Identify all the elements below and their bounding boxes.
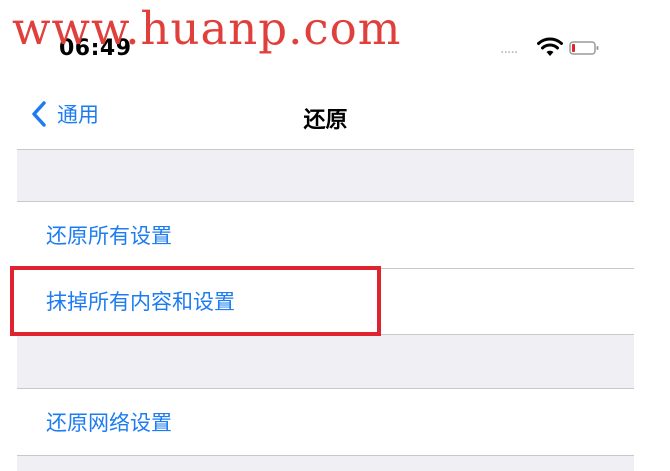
status-time: 06:49 [59,36,132,61]
wifi-icon [537,37,563,56]
signal-icon: ..... [500,41,518,57]
navigation-bar: 通用 还原 [17,80,634,150]
reset-group-1: 还原所有设置 抹掉所有内容和设置 [17,201,634,335]
erase-all-content-row[interactable]: 抹掉所有内容和设置 [17,268,634,334]
reset-network-settings-row[interactable]: 还原网络设置 [17,389,634,455]
battery-icon [569,41,599,55]
settings-screen: 06:49 ..... 通用 还原 还原所有设置 抹掉所有内容和设置 还原网络设… [17,0,634,471]
reset-group-2: 还原网络设置 [17,388,634,456]
reset-all-settings-row[interactable]: 还原所有设置 [17,202,634,268]
status-bar: 06:49 ..... [17,0,634,80]
page-title: 还原 [303,108,348,133]
